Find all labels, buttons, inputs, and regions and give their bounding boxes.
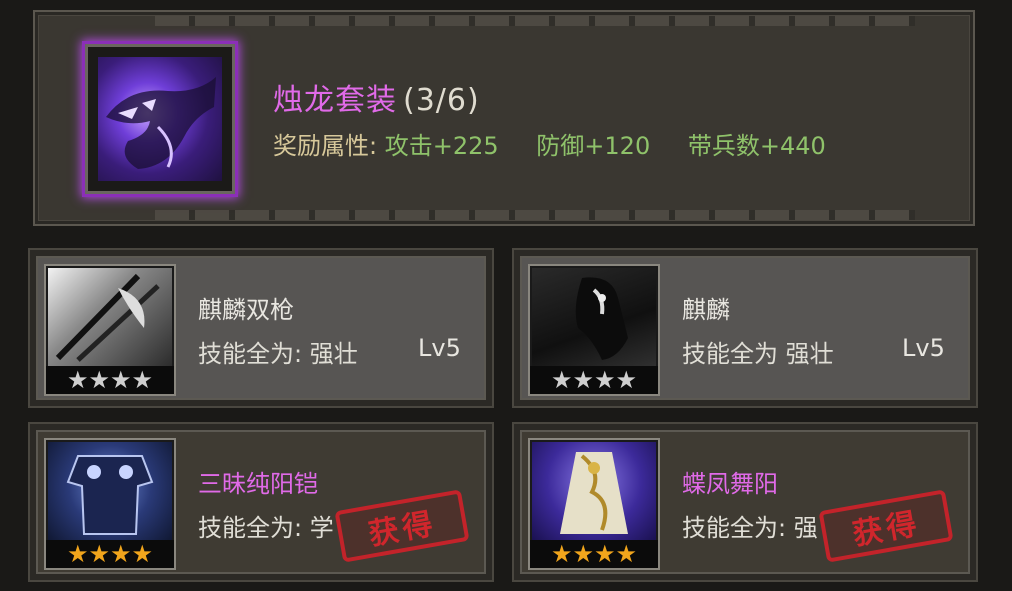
skill-level: Lv5 bbox=[902, 334, 945, 362]
item-name: 麒麟 bbox=[682, 296, 730, 324]
item-card-body: ★★★★ 麒麟 技能全为 强壮 Lv5 bbox=[520, 256, 970, 400]
obtained-stamp: 获得 bbox=[818, 489, 954, 563]
set-bonus-row: 奖励属性: 攻击+225 防御+120 带兵数+440 bbox=[273, 126, 856, 161]
panel-border-decoration bbox=[155, 210, 915, 220]
item-name: 三昧纯阳铠 bbox=[198, 470, 318, 498]
bonus-attack: 攻击+225 bbox=[384, 132, 499, 160]
spear-weapon-icon bbox=[48, 268, 172, 366]
item-thumbnail: ★★★★ bbox=[528, 438, 660, 570]
item-card-body: ★★★★ 蝶凤舞阳 技能全为: 强 获得 bbox=[520, 430, 970, 574]
obtained-stamp: 获得 bbox=[334, 489, 470, 563]
armor-icon bbox=[48, 442, 172, 540]
skill-label: 技能全为: bbox=[682, 514, 787, 542]
skill-label: 技能全为: bbox=[198, 514, 303, 542]
skill-level: Lv5 bbox=[418, 334, 461, 362]
star-rating: ★★★★ bbox=[530, 540, 658, 568]
bonus-label: 奖励属性: bbox=[273, 132, 378, 160]
skill-label: 技能全为 bbox=[682, 340, 778, 368]
set-icon-frame[interactable] bbox=[85, 44, 235, 194]
item-card-qilin[interactable]: ★★★★ 麒麟 技能全为 强壮 Lv5 bbox=[512, 248, 978, 408]
item-name: 蝶凤舞阳 bbox=[682, 470, 778, 498]
set-name: 烛龙套装 bbox=[273, 83, 397, 118]
item-card-sanmei-armor[interactable]: ★★★★ 三昧纯阳铠 技能全为: 学 获得 bbox=[28, 422, 494, 582]
skill-row: 技能全为 强壮 bbox=[682, 334, 834, 369]
item-card-body: ★★★★ 三昧纯阳铠 技能全为: 学 获得 bbox=[36, 430, 486, 574]
horse-mount-icon bbox=[532, 268, 656, 366]
skill-value: 强壮 bbox=[309, 340, 358, 368]
bonus-defense: 防御+120 bbox=[536, 132, 651, 160]
item-name: 麒麟双枪 bbox=[198, 296, 294, 324]
item-card-body: ★★★★ 麒麟双枪 技能全为: 强壮 Lv5 bbox=[36, 256, 486, 400]
item-thumbnail: ★★★★ bbox=[528, 264, 660, 396]
item-thumbnail: ★★★★ bbox=[44, 264, 176, 396]
item-card-diefeng-wuyang[interactable]: ★★★★ 蝶凤舞阳 技能全为: 强 获得 bbox=[512, 422, 978, 582]
skill-value: 强壮 bbox=[785, 340, 834, 368]
skill-row: 技能全为: 学 bbox=[198, 508, 334, 543]
skill-row: 技能全为: 强 bbox=[682, 508, 818, 543]
item-thumbnail: ★★★★ bbox=[44, 438, 176, 570]
star-rating: ★★★★ bbox=[46, 540, 174, 568]
skill-label: 技能全为: bbox=[198, 340, 303, 368]
skill-row: 技能全为: 强壮 bbox=[198, 334, 358, 369]
bonus-troops: 带兵数+440 bbox=[687, 132, 826, 160]
skill-value: 学 bbox=[309, 514, 334, 542]
skill-value: 强 bbox=[793, 514, 818, 542]
star-rating: ★★★★ bbox=[530, 366, 658, 394]
set-progress: (3/6) bbox=[403, 83, 480, 118]
set-panel: 烛龙套装 (3/6) 奖励属性: 攻击+225 防御+120 带兵数+440 bbox=[33, 10, 975, 226]
panel-border-decoration bbox=[155, 16, 915, 26]
star-rating: ★★★★ bbox=[46, 366, 174, 394]
dragon-set-icon bbox=[98, 57, 222, 181]
set-title: 烛龙套装 (3/6) bbox=[273, 75, 480, 119]
robe-armor-icon bbox=[532, 442, 656, 540]
item-card-qilin-spears[interactable]: ★★★★ 麒麟双枪 技能全为: 强壮 Lv5 bbox=[28, 248, 494, 408]
